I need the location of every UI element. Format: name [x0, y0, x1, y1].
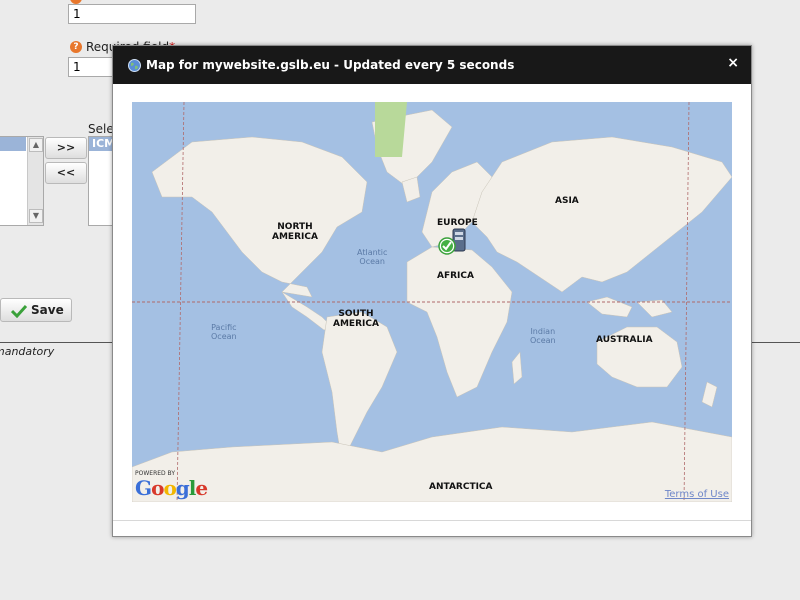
dialog-footer-divider [113, 520, 751, 521]
save-label: Save [31, 303, 64, 317]
checkmark-icon [11, 304, 27, 318]
help-icon[interactable]: ? [70, 41, 82, 53]
mandatory-note: mandatory [0, 345, 55, 358]
world-map[interactable]: NORTH AMERICA SOUTH AMERICA EUROPE AFRIC… [132, 102, 732, 502]
move-left-button[interactable]: << [45, 162, 87, 184]
scroll-up-icon[interactable]: ▲ [29, 138, 43, 152]
divider [752, 342, 800, 343]
list-scrollbar[interactable]: ▲ ▼ [27, 137, 43, 225]
google-logo[interactable]: Google [135, 476, 208, 500]
close-icon[interactable]: × [727, 55, 739, 71]
save-button[interactable]: Save [0, 298, 72, 322]
continent-label-africa: AFRICA [437, 271, 474, 281]
dialog-title: Map for mywebsite.gslb.eu - Updated ever… [146, 58, 515, 72]
map-land-shapes [132, 102, 732, 502]
server-marker-icon[interactable] [437, 227, 471, 257]
continent-label-antarctica: ANTARCTICA [429, 482, 493, 492]
divider [0, 342, 112, 343]
field1-input[interactable] [68, 4, 196, 24]
scroll-down-icon[interactable]: ▼ [29, 209, 43, 223]
globe-icon [128, 59, 141, 72]
field2-input[interactable] [68, 57, 116, 77]
continent-label-australia: AUSTRALIA [596, 335, 653, 345]
terms-of-use-link[interactable]: Terms of Use [665, 489, 729, 500]
ocean-label-atlantic: Atlantic Ocean [357, 248, 388, 266]
continent-label-asia: ASIA [555, 196, 579, 206]
continent-label-north-america: NORTH AMERICA [272, 222, 318, 242]
map-dialog: Map for mywebsite.gslb.eu - Updated ever… [112, 45, 752, 537]
dialog-titlebar[interactable]: Map for mywebsite.gslb.eu - Updated ever… [113, 46, 751, 84]
move-right-button[interactable]: >> [45, 137, 87, 159]
continent-label-south-america: SOUTH AMERICA [333, 309, 379, 329]
ocean-label-pacific: Pacific Ocean [211, 323, 237, 341]
list-item[interactable] [0, 137, 26, 151]
ocean-label-indian: Indian Ocean [530, 327, 556, 345]
available-list[interactable]: ▲ ▼ [0, 136, 44, 226]
